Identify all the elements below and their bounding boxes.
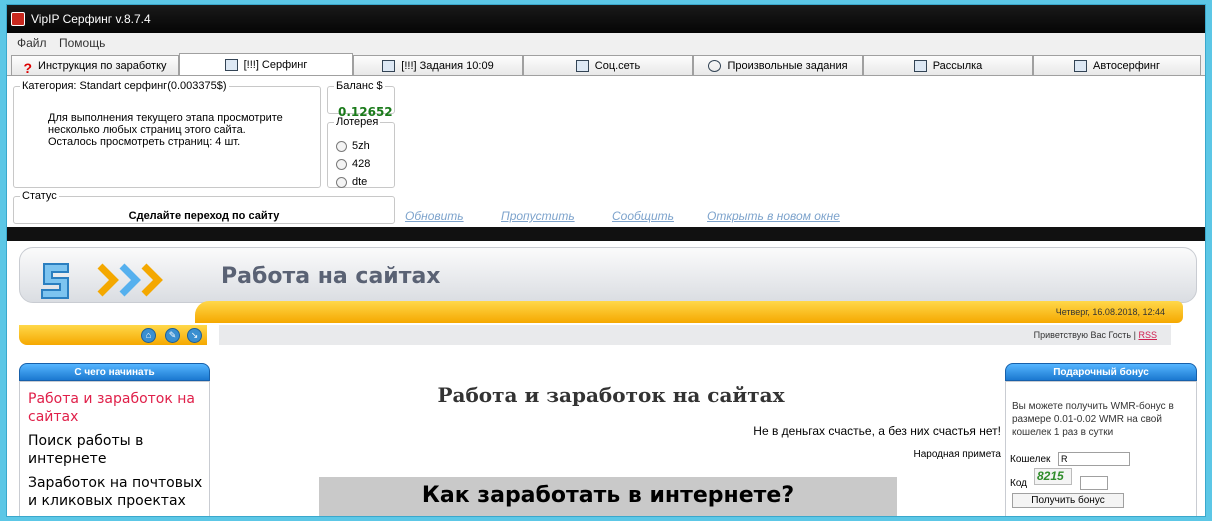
lottery-legend: Лотерея [336, 116, 379, 128]
list-icon [382, 59, 396, 72]
status-legend: Статус [22, 190, 57, 202]
sidebar-item[interactable]: Работа и заработок на сайтах [28, 390, 209, 426]
article-banner: Как заработать в интернете? [319, 477, 897, 516]
article-quote: Не в деньгах счастье, а без них счастья … [753, 424, 1001, 438]
bonus-heading: Подарочный бонус [1005, 363, 1197, 381]
title-bar: VipIP Серфинг v.8.7.4 [7, 5, 1205, 33]
embedded-site: Работа на сайтах Четверг, 16.08.2018, 12… [7, 241, 1205, 516]
status-group: Статус Сделайте переход по сайту [13, 190, 395, 224]
edit-icon[interactable]: ✎ [165, 328, 180, 343]
lottery-group: Лотерея 5zh 428 dte [327, 116, 395, 188]
captcha-image: 8215 [1034, 468, 1072, 485]
tab-tasks[interactable]: [!!!] Задания 10:09 [353, 55, 523, 75]
lottery-option[interactable]: 5zh [336, 140, 370, 152]
site-logo-icon [41, 263, 163, 299]
site-header: Работа на сайтах [19, 247, 1197, 303]
greeting-bar: Приветствую Вас Гость | RSS [219, 325, 1171, 345]
greeting-separator: | [1133, 330, 1136, 340]
radio-icon [336, 140, 347, 152]
tab-instruction[interactable]: ? Инструкция по заработку [11, 55, 179, 76]
bonus-description: Вы можете получить WMR-бонус в размере 0… [1012, 401, 1174, 438]
report-link[interactable]: Сообщить [612, 209, 674, 223]
tab-autosurfing[interactable]: Автосерфинг [1033, 55, 1201, 75]
sidebar-item[interactable]: Заработок на почтовых и кликовых проекта… [28, 474, 209, 510]
surf-panel: Категория: Standart серфинг(0.003375$) Д… [7, 75, 1205, 227]
refresh-link[interactable]: Обновить [405, 209, 464, 223]
site-date: Четверг, 16.08.2018, 12:44 [1055, 307, 1165, 317]
quote-author: Народная примета [913, 449, 1002, 460]
balance-legend: Баланс $ [336, 80, 383, 92]
menu-help[interactable]: Помощь [59, 36, 105, 50]
home-icon[interactable]: ⌂ [141, 328, 156, 343]
radio-icon [336, 158, 347, 170]
balance-group: Баланс $ 0.12652 [327, 80, 395, 119]
tab-strip: ? Инструкция по заработку [!!!] Серфинг … [7, 53, 1205, 76]
login-icon[interactable]: ↘ [187, 328, 202, 343]
divider-bar [7, 227, 1205, 241]
menu-file[interactable]: Файл [17, 36, 47, 50]
tab-mailing[interactable]: Рассылка [863, 55, 1033, 75]
menu-bar: Файл Помощь [7, 33, 1205, 53]
sidebar-heading: С чего начинать [19, 363, 210, 381]
wallet-input[interactable]: R [1058, 452, 1130, 466]
greeting-text: Приветствую Вас Гость [1033, 330, 1132, 340]
site-title: Работа на сайтах [221, 264, 441, 289]
tab-custom-tasks[interactable]: Произвольные задания [693, 55, 863, 75]
sidebar-nav: Работа и заработок на сайтах Поиск работ… [19, 381, 210, 516]
lottery-option[interactable]: 428 [336, 158, 370, 170]
sidebar-item[interactable]: Поиск работы в интернете [28, 432, 209, 468]
date-bar: Четверг, 16.08.2018, 12:44 [195, 301, 1183, 323]
radio-icon [336, 176, 347, 188]
get-bonus-button[interactable]: Получить бонус [1012, 493, 1124, 508]
tab-social[interactable]: Соц.сеть [523, 55, 693, 75]
tab-surfing[interactable]: [!!!] Серфинг [179, 53, 353, 75]
category-legend: Категория: Standart серфинг(0.003375$) [22, 80, 227, 92]
bonus-panel: Вы можете получить WMR-бонус в размере 0… [1005, 381, 1197, 516]
captcha-input[interactable] [1080, 476, 1108, 490]
question-icon: ? [23, 59, 33, 76]
wallet-label: Кошелек [1010, 454, 1051, 465]
app-window: VipIP Серфинг v.8.7.4 Файл Помощь ? Инст… [6, 4, 1206, 517]
window-icon [224, 58, 238, 71]
monitor-icon [1074, 59, 1087, 72]
article-heading: Работа и заработок на сайтах [437, 383, 785, 407]
grid-icon [913, 59, 927, 72]
network-icon [575, 59, 589, 72]
category-group: Категория: Standart серфинг(0.003375$) Д… [13, 80, 321, 188]
status-text: Сделайте переход по сайту [128, 210, 280, 222]
lottery-option[interactable]: dte [336, 176, 367, 188]
code-label: Код [1010, 478, 1028, 489]
window-title: VipIP Серфинг v.8.7.4 [31, 12, 151, 26]
quick-nav-bar: ⌂ ✎ ↘ [19, 325, 207, 345]
rss-link[interactable]: RSS [1138, 330, 1157, 340]
task-instructions: Для выполнения текущего этапа просмотрит… [48, 112, 283, 148]
skip-link[interactable]: Пропустить [501, 209, 575, 223]
app-icon [11, 12, 25, 26]
globe-icon [708, 59, 722, 72]
open-new-window-link[interactable]: Открыть в новом окне [707, 209, 840, 223]
